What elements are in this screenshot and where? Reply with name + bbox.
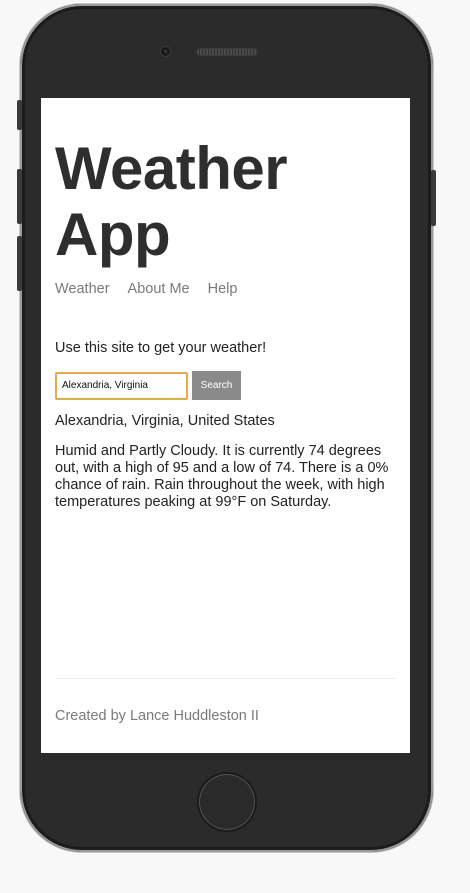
location-result: Alexandria, Virginia, United States — [55, 413, 275, 429]
page-title: Weather App — [55, 135, 288, 268]
front-camera — [161, 47, 170, 56]
location-search-input[interactable] — [55, 371, 188, 400]
mute-switch — [17, 100, 22, 130]
volume-down-button — [17, 236, 22, 291]
footer-credit: Created by Lance Huddleston II — [55, 708, 259, 724]
search-form: Search — [55, 371, 241, 400]
nav-item-help[interactable]: Help — [208, 281, 238, 297]
intro-text: Use this site to get your weather! — [55, 340, 267, 356]
earpiece-speaker — [197, 49, 257, 55]
volume-up-button — [17, 169, 22, 224]
home-button[interactable] — [197, 772, 257, 832]
footer-divider — [55, 678, 396, 679]
phone-screen: Weather App Weather About Me Help Use th… — [41, 98, 410, 753]
search-button[interactable]: Search — [192, 371, 241, 400]
nav-item-weather[interactable]: Weather — [55, 281, 110, 297]
forecast-text: Humid and Partly Cloudy. It is currently… — [55, 443, 389, 510]
power-button — [431, 170, 436, 226]
nav-item-about-me[interactable]: About Me — [128, 281, 190, 297]
main-nav: Weather About Me Help — [55, 281, 237, 297]
